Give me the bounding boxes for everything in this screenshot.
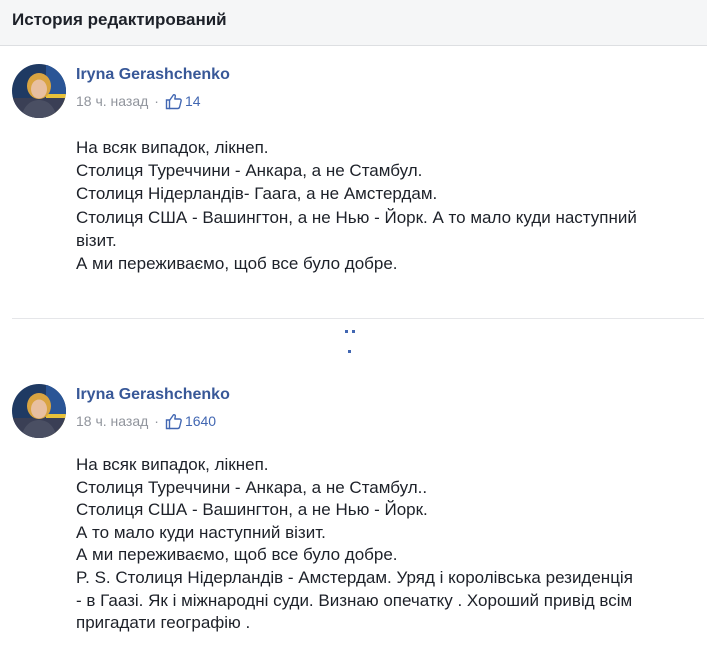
meta-separator: · (154, 93, 159, 109)
post-line: Столиця США - Вашингтон, а не Нью - Йорк… (76, 500, 428, 520)
meta-separator: · (154, 413, 159, 429)
timestamp-link[interactable]: 18 ч. назад (76, 413, 148, 429)
author-name-link[interactable]: Iryna Gerashchenko (76, 386, 230, 404)
post-line: Столиця Нідерландів- Гаага, а не Амстерд… (76, 184, 438, 204)
post-line: На всяк випадок, лікнеп. (76, 138, 269, 157)
post-line: А ми переживаємо, щоб все було добре. (76, 545, 398, 565)
like-count[interactable]: 14 (185, 93, 201, 109)
author-name-link[interactable]: Iryna Gerashchenko (76, 66, 230, 84)
post-meta: 18 ч. назад · 1640 (76, 412, 216, 430)
post-line: А то мало куди наступний візит. (76, 522, 326, 542)
dialog-title: История редактирований (12, 10, 227, 29)
thumbs-up-icon[interactable] (165, 92, 183, 110)
post-meta: 18 ч. назад · 14 (76, 92, 201, 110)
post-line: візит. (76, 230, 117, 250)
post-line: P. S. Столиця Нідерландів - Амстердам. У… (76, 567, 633, 587)
like-count[interactable]: 1640 (185, 413, 216, 429)
avatar[interactable] (12, 384, 66, 438)
post-line: пригадати географію . (76, 613, 251, 633)
divider (12, 318, 704, 319)
timestamp-link[interactable]: 18 ч. назад (76, 93, 148, 109)
post-line: А ми переживаємо, щоб все було добре. (76, 254, 398, 274)
dialog-header: История редактирований (0, 0, 707, 46)
post-line: Столиця США - Вашингтон, а не Нью - Йорк… (76, 207, 637, 227)
more-revisions-icon[interactable] (336, 326, 364, 362)
post-line: Столиця Туреччини - Анкара, а не Стамбул… (76, 477, 428, 497)
post-line: На всяк випадок, лікнеп. (76, 455, 269, 474)
post-text: На всяк випадок, лікнеп. Столиця Туреччи… (76, 136, 696, 275)
post-line: - в Гаазі. Як і міжнародні суди. Визнаю … (76, 590, 633, 610)
thumbs-up-icon[interactable] (165, 412, 183, 430)
post-text: На всяк випадок, лікнеп. Столиця Туреччи… (76, 454, 696, 635)
avatar[interactable] (12, 64, 66, 118)
post-line: Столиця Туреччини - Анкара, а не Стамбул… (76, 161, 423, 181)
